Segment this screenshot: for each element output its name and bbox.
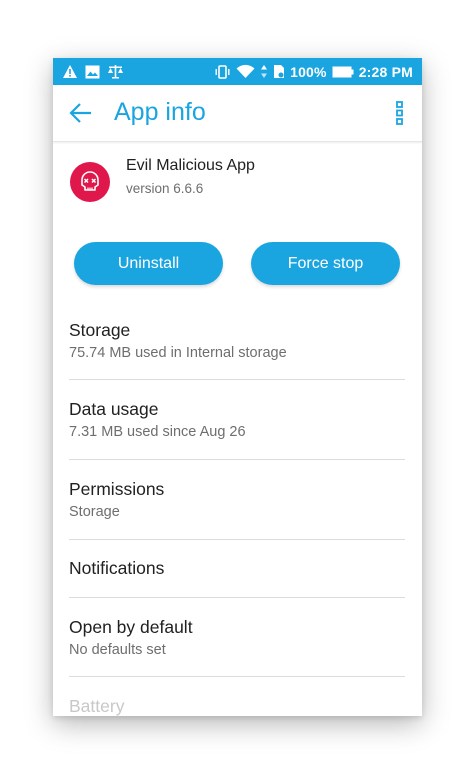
notification-icons	[62, 58, 124, 85]
app-bar: App info	[53, 85, 422, 142]
divider	[69, 459, 405, 460]
divider	[69, 597, 405, 598]
image-icon	[85, 65, 100, 79]
divider	[69, 379, 405, 380]
permissions-row[interactable]: Permissions Storage	[69, 479, 405, 537]
data-usage-subtitle: 7.31 MB used since Aug 26	[69, 424, 246, 440]
open-by-default-row[interactable]: Open by default No defaults set	[69, 617, 405, 675]
divider	[69, 676, 405, 677]
app-header: Evil Malicious App version 6.6.6	[53, 150, 422, 220]
wifi-icon	[236, 64, 255, 79]
storage-row[interactable]: Storage 75.74 MB used in Internal storag…	[69, 320, 405, 378]
warning-icon	[62, 64, 78, 79]
data-transfer-icon	[260, 64, 268, 79]
storage-title: Storage	[69, 320, 131, 340]
battery-icon	[332, 66, 354, 78]
back-arrow-icon[interactable]	[67, 99, 95, 127]
system-icons: 100% 2:28 PM	[214, 58, 413, 85]
scales-icon	[107, 64, 124, 79]
app-version: version 6.6.6	[126, 181, 204, 196]
notifications-title: Notifications	[69, 558, 165, 578]
permissions-title: Permissions	[69, 479, 165, 499]
overflow-menu-icon[interactable]	[394, 100, 406, 126]
data-usage-title: Data usage	[69, 399, 159, 419]
battery-row[interactable]: Battery	[69, 696, 405, 716]
skull-icon	[70, 162, 110, 202]
permissions-subtitle: Storage	[69, 504, 120, 520]
phone-screen: 100% 2:28 PM App info Evil Malicious App…	[53, 58, 422, 716]
open-by-default-subtitle: No defaults set	[69, 642, 166, 658]
clock: 2:28 PM	[358, 63, 413, 80]
battery-title: Battery	[69, 696, 125, 716]
open-by-default-title: Open by default	[69, 617, 193, 637]
app-name: Evil Malicious App	[126, 157, 255, 174]
divider	[69, 539, 405, 540]
page-title: App info	[114, 98, 206, 126]
battery-percent: 100%	[290, 63, 327, 80]
uninstall-button[interactable]: Uninstall	[74, 242, 223, 285]
data-usage-row[interactable]: Data usage 7.31 MB used since Aug 26	[69, 399, 405, 457]
status-bar: 100% 2:28 PM	[53, 58, 422, 85]
notifications-row[interactable]: Notifications	[69, 558, 405, 598]
sim-card-icon	[273, 64, 285, 79]
vibrate-icon	[214, 64, 231, 79]
storage-subtitle: 75.74 MB used in Internal storage	[69, 345, 287, 361]
force-stop-button[interactable]: Force stop	[251, 242, 400, 285]
